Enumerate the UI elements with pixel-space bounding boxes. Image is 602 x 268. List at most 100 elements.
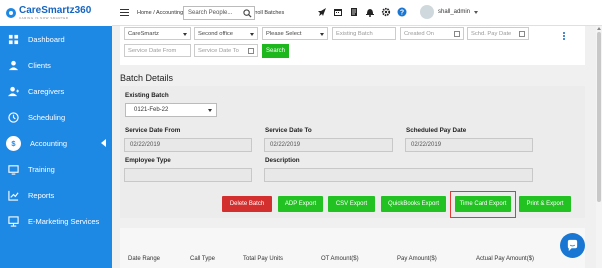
sidebar-item-label: Scheduling (28, 112, 66, 122)
service-date-from-value: 02/22/2019 (130, 142, 161, 148)
please-select-dropdown[interactable]: Please Select (262, 27, 328, 40)
payroll-table (120, 228, 585, 268)
person-icon (8, 60, 19, 71)
sidebar-item-scheduling[interactable]: Scheduling (0, 104, 112, 130)
sidebar-item-accounting[interactable]: $ Accounting (0, 130, 112, 156)
svg-text:?: ? (400, 10, 404, 17)
filter-panel: CareSmartz Second office Please Select E… (120, 26, 585, 65)
chevron-down-icon (474, 10, 479, 14)
agency-value: CareSmartz (128, 30, 159, 37)
sidebar-item-label: Reports (28, 190, 55, 200)
column-header[interactable]: Date Range (128, 256, 160, 262)
sidebar-item-e-marketing[interactable]: E-Marketing Services (0, 208, 112, 234)
column-header[interactable]: Actual Pay Amount($) (476, 256, 534, 262)
sidebar: CareSmartz360 CARING IS NOW SMARTER Dash… (0, 0, 112, 268)
scroll-up-icon[interactable] (597, 27, 601, 30)
batch-details-title: Batch Details (120, 73, 174, 83)
service-date-from-field: 02/22/2019 (124, 138, 252, 152)
calendar-icon[interactable] (248, 48, 254, 54)
sidebar-item-dashboard[interactable]: Dashboard (0, 26, 112, 52)
service-date-to-label: Service Date To (265, 127, 312, 134)
logo-mark-icon (6, 8, 16, 18)
sidebar-item-label: Accounting (30, 138, 68, 148)
search-placeholder: Search People... (188, 10, 233, 16)
avatar (420, 5, 434, 19)
sidebar-item-label: Training (28, 164, 55, 174)
scheduled-pay-date-label: Scheduled Pay Date (406, 127, 467, 134)
chat-button[interactable] (560, 233, 585, 258)
sidebar-item-label: E-Marketing Services (28, 216, 100, 226)
service-date-to-field[interactable]: Service Date To (194, 44, 258, 57)
select-value: Please Select (266, 30, 302, 37)
created-on-placeholder: Created On (404, 30, 434, 37)
column-header[interactable]: Call Type (190, 256, 215, 262)
column-header[interactable]: OT Amount($) (321, 256, 359, 262)
service-date-to-field: 02/22/2019 (264, 138, 393, 152)
scheduled-pay-date-field: 02/22/2019 (405, 138, 533, 152)
search-input[interactable]: Search People... (183, 6, 255, 20)
rocket-icon[interactable] (317, 7, 327, 17)
calendar-icon[interactable] (333, 7, 343, 17)
service-date-from-label: Service Date From (125, 127, 181, 134)
scheduled-pay-date-value: 02/22/2019 (411, 142, 442, 148)
schd-pay-date-field[interactable]: Schd. Pay Date (467, 27, 529, 40)
header-icons: ? (317, 7, 407, 17)
scrollbar-thumb[interactable] (597, 32, 601, 202)
dashboard-icon (8, 34, 19, 45)
column-header[interactable]: Total Pay Units (243, 256, 283, 262)
logo-name: CareSmartz360 (19, 5, 92, 16)
existing-batch-field[interactable]: Existing Batch (332, 27, 396, 40)
service-date-from-placeholder: Service Date From (128, 47, 177, 54)
chat-icon (567, 239, 578, 252)
adp-export-button[interactable]: ADP Export (278, 196, 323, 212)
sidebar-item-clients[interactable]: Clients (0, 52, 112, 78)
employee-type-field (124, 168, 252, 182)
sidebar-item-caregivers[interactable]: Caregivers (0, 78, 112, 104)
sidebar-item-label: Dashboard (28, 34, 65, 44)
description-label: Description (265, 157, 300, 164)
presentation-icon (8, 215, 19, 227)
calendar-icon[interactable] (454, 31, 460, 37)
service-date-to-placeholder: Service Date To (198, 47, 239, 54)
office-value: Second office (198, 30, 234, 37)
clock-icon (8, 111, 19, 123)
document-icon[interactable] (349, 7, 359, 17)
schd-pay-date-placeholder: Schd. Pay Date (471, 30, 512, 37)
csv-export-button[interactable]: CSV Export (328, 196, 375, 212)
bell-icon[interactable] (365, 7, 375, 17)
created-on-field[interactable]: Created On (400, 27, 464, 40)
active-caret-icon (101, 139, 106, 147)
service-date-to-value: 02/22/2019 (270, 142, 301, 148)
highlight-annotation (450, 191, 516, 218)
sidebar-item-label: Clients (28, 60, 51, 70)
caregiver-icon (8, 86, 19, 97)
logo[interactable]: CareSmartz360 CARING IS NOW SMARTER (0, 0, 112, 26)
dollar-icon: $ (6, 135, 21, 151)
existing-batch-value: 0121-Feb-22 (134, 107, 169, 113)
gear-icon[interactable] (381, 7, 391, 17)
quickbooks-export-button[interactable]: QuickBooks Export (381, 196, 446, 212)
office-select[interactable]: Second office (194, 27, 258, 40)
help-icon[interactable]: ? (397, 7, 407, 17)
print-export-button[interactable]: Print & Export (519, 196, 571, 212)
hamburger-menu-icon[interactable] (120, 9, 129, 16)
search-button[interactable]: Search (262, 44, 289, 58)
sidebar-item-training[interactable]: Training (0, 156, 112, 182)
logo-tagline: CARING IS NOW SMARTER (19, 16, 69, 20)
service-date-from-field[interactable]: Service Date From (124, 44, 191, 57)
agency-select[interactable]: CareSmartz (124, 27, 191, 40)
chart-icon (8, 190, 19, 201)
sidebar-item-label: Caregivers (28, 86, 65, 96)
delete-batch-button[interactable]: Delete Batch (222, 196, 272, 212)
existing-batch-select[interactable]: 0121-Feb-22 (125, 103, 217, 117)
sidebar-item-reports[interactable]: Reports (0, 182, 112, 208)
user-menu[interactable]: shall_admin (420, 5, 479, 19)
more-options-icon[interactable] (563, 32, 565, 40)
training-icon (8, 164, 19, 175)
column-header[interactable]: Pay Amount($) (397, 256, 437, 262)
existing-batch-label: Existing Batch (125, 92, 169, 99)
search-icon[interactable] (243, 9, 252, 18)
svg-text:$: $ (11, 139, 16, 148)
employee-type-label: Employee Type (125, 157, 171, 164)
calendar-icon[interactable] (519, 31, 525, 37)
